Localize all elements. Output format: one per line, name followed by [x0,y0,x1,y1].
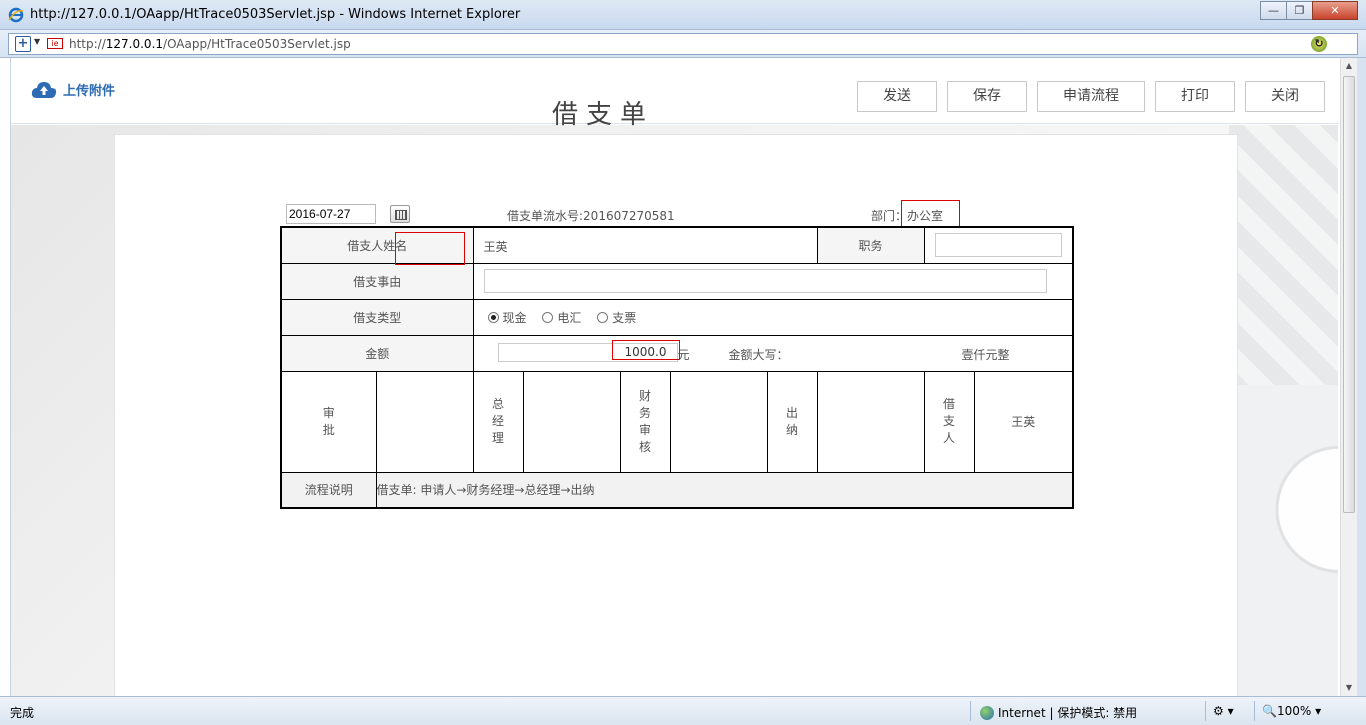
url-text[interactable]: http://127.0.0.1/OAapp/HtTrace0503Servle… [69,37,351,51]
finance-label: 财务审核 [620,371,670,472]
reason-input[interactable] [484,269,1048,293]
background-cup-decor [1229,385,1338,696]
reason-cell [473,263,1073,299]
amount-cell: 1000.0 元 金额大写： 壹仟元整 [473,335,1073,371]
amount-upper-label: 金额大写： [729,346,789,363]
scroll-down-icon[interactable]: ▼ [1341,680,1357,696]
amount-unit: 元 [678,346,690,363]
vertical-scrollbar[interactable]: ▲ ▼ [1340,58,1357,696]
date-input[interactable] [286,204,376,224]
status-separator [1254,701,1255,721]
calendar-icon[interactable] [390,205,410,223]
reason-label: 借支事由 [281,263,473,299]
close-button[interactable]: 关闭 [1245,81,1325,112]
borrower-name-highlight-box [395,232,465,265]
ie-logo-icon [8,7,24,23]
position-label: 职务 [817,227,924,263]
zone-status[interactable]: Internet | 保护模式: 禁用 [980,704,1137,721]
borrower-name-value: 王英 [484,238,508,255]
page-content: 上传附件 发送 保存 申请流程 打印 关闭 借支单 借支单流水号:2016072… [10,58,1338,696]
zoom-control[interactable]: 🔍100% ▾ [1262,704,1321,718]
window-frame [1357,58,1366,696]
address-field[interactable]: + ▼ ie http://127.0.0.1/OAapp/HtTrace050… [8,33,1358,55]
status-bar: 完成 Internet | 保护模式: 禁用 ⚙ ▾ 🔍100% ▾ [0,696,1366,725]
new-tab-icon[interactable]: + [15,36,31,52]
borrower-name-cell: 王英 [473,227,817,263]
approve-label: 审批 [281,371,376,472]
gm-label: 总经理 [473,371,523,472]
radio-check-icon[interactable] [597,312,608,323]
cashier-label: 出纳 [767,371,817,472]
window-controls: — ❐ ✕ [1260,1,1358,21]
dropdown-arrow-icon[interactable]: ▼ [34,37,40,46]
scroll-thumb[interactable] [1343,76,1355,513]
type-cell: 现金 电汇 支票 [473,299,1073,335]
loan-form-table: 借支人姓名 王英 职务 借支事由 借支类型 现金 电汇 支票 金额 [280,226,1074,509]
amount-highlight-box [612,340,680,360]
gm-cell[interactable] [523,371,620,472]
radio-cash-icon[interactable] [488,312,499,323]
amount-label: 金额 [281,335,473,371]
globe-icon [980,706,994,720]
scroll-up-icon[interactable]: ▲ [1341,58,1357,74]
borrower-sign-label: 借支人 [924,371,974,472]
borrower-sign-value: 王英 [974,371,1073,472]
refresh-icon[interactable]: ↻ [1311,36,1327,52]
minimize-button[interactable]: — [1260,1,1287,20]
amount-upper-value: 壹仟元整 [962,346,1010,363]
finance-cell[interactable] [670,371,767,472]
type-option-check[interactable]: 支票 [597,311,636,325]
type-option-cash[interactable]: 现金 [488,311,527,325]
status-separator [1205,701,1206,721]
status-text: 完成 [10,704,34,721]
site-badge-icon: ie [47,38,63,49]
flow-description: 借支单: 申请人→财务经理→总经理→出纳 [376,472,1073,508]
form-title: 借支单 [11,94,1195,131]
position-input[interactable] [935,233,1063,257]
status-separator [970,701,971,721]
close-window-button[interactable]: ✕ [1312,1,1358,20]
flow-label: 流程说明 [281,472,376,508]
window-title: http://127.0.0.1/OAapp/HtTrace0503Servle… [30,7,520,22]
type-option-wire[interactable]: 电汇 [542,311,581,325]
window-titlebar: http://127.0.0.1/OAapp/HtTrace0503Servle… [0,0,1366,30]
restore-button[interactable]: ❐ [1286,1,1313,20]
position-cell [924,227,1073,263]
cashier-cell[interactable] [817,371,924,472]
radio-wire-icon[interactable] [542,312,553,323]
serial-number: 借支单流水号:201607270581 [507,207,675,224]
security-icon[interactable]: ⚙ ▾ [1213,704,1234,718]
approve-cell[interactable] [376,371,473,472]
address-bar: + ▼ ie http://127.0.0.1/OAapp/HtTrace050… [0,30,1366,58]
type-label: 借支类型 [281,299,473,335]
